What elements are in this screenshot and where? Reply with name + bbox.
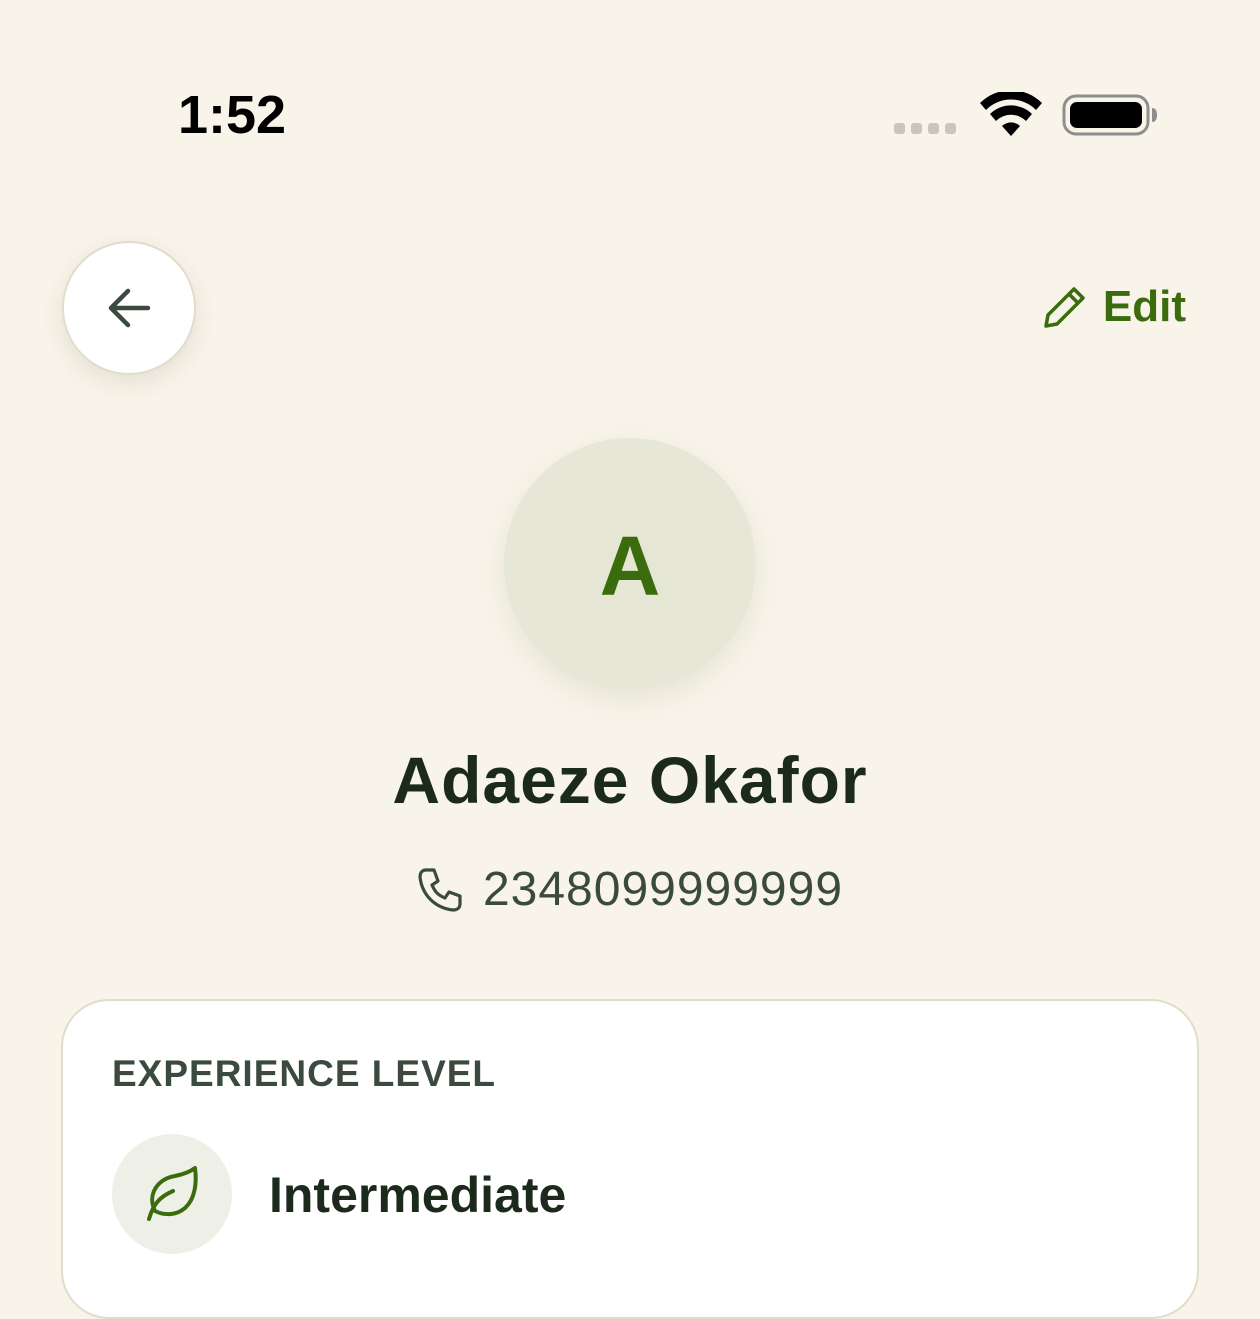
level-icon-container (112, 1134, 232, 1254)
avatar-initial: A (599, 519, 661, 613)
battery-icon (1062, 94, 1157, 136)
card-label: EXPERIENCE LEVEL (112, 1053, 497, 1094)
avatar: A (504, 438, 756, 690)
leaf-icon (147, 1166, 198, 1221)
phone-number: 2348099999999 (482, 863, 844, 916)
phone-row: 2348099999999 (0, 862, 1260, 917)
back-button[interactable] (62, 241, 196, 375)
phone-icon (418, 867, 462, 912)
cellular-signal-icon (894, 123, 956, 134)
experience-level-card: EXPERIENCE LEVEL Intermediate (61, 999, 1199, 1319)
arrow-left-icon (108, 288, 151, 328)
edit-button[interactable]: Edit (1043, 282, 1186, 332)
profile-name: Adaeze Okafor (392, 743, 868, 817)
edit-label: Edit (1102, 282, 1186, 331)
status-bar: 1:52 (0, 0, 1260, 180)
experience-level-value: Intermediate (269, 1167, 567, 1223)
pencil-icon (1044, 287, 1085, 328)
wifi-icon (980, 92, 1042, 136)
status-time: 1:52 (178, 85, 287, 145)
